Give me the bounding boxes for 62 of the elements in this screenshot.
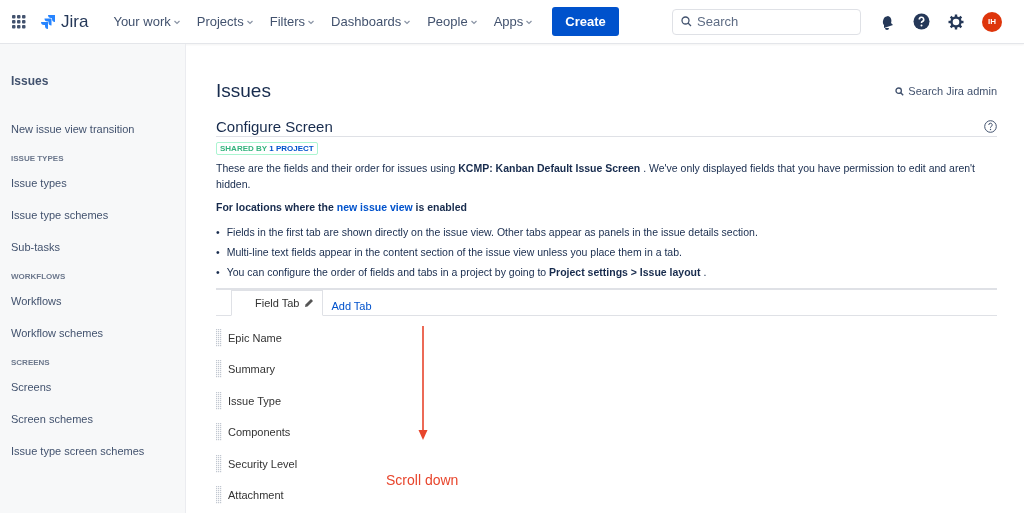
drag-handle-icon[interactable]: [216, 360, 222, 379]
create-button[interactable]: Create: [552, 7, 619, 36]
search-icon: [895, 86, 905, 96]
drag-handle-icon[interactable]: [216, 486, 222, 505]
drag-handle-icon[interactable]: [216, 423, 222, 442]
settings-icon: [948, 13, 964, 30]
sidebar-item[interactable]: Issue types: [11, 177, 185, 189]
section-heading: Configure Screen: [216, 118, 333, 135]
note-heading: For locations where the new issue view is enabled: [216, 201, 468, 213]
project-count-link[interactable]: 1 PROJECT: [269, 144, 314, 153]
field-name: Epic Name: [228, 331, 282, 344]
field-name: Components: [228, 426, 291, 439]
bullet-item: Fields in the first tab are shown directly on the issue view. Other tabs appear as panels in the issue details section.: [226, 225, 758, 239]
bullet-item: Multi-line text fields appear in the content section of the issue view unless you place them in a tab.: [226, 245, 682, 259]
sidebar-section-heading: SCREENS: [11, 358, 51, 367]
drag-handle-icon[interactable]: [216, 391, 222, 410]
bullet-marker: •: [216, 225, 220, 239]
product-name[interactable]: Jira: [61, 11, 89, 32]
sidebar-item[interactable]: Issue type screen schemes: [11, 445, 185, 457]
sidebar-item[interactable]: Screens: [11, 381, 185, 393]
field-name: Summary: [228, 363, 276, 376]
search-field[interactable]: Search: [672, 8, 861, 35]
app-grid-icon[interactable]: [12, 14, 26, 29]
sidebar-item[interactable]: Workflows: [11, 295, 185, 307]
sidebar-item[interactable]: Issue type schemes: [11, 209, 185, 221]
sidebar-section-heading: WORKFLOWS: [11, 272, 67, 281]
page-title: Issues: [216, 80, 271, 102]
bullet-item: You can configure the order of fields and tabs in a project by going to Project settings > Issue layout .: [226, 265, 707, 279]
field-name: Attachment: [228, 489, 284, 502]
nav-menu[interactable]: Your work: [108, 10, 186, 33]
nav-menu[interactable]: Filters: [264, 10, 321, 33]
nav-menu[interactable]: Apps: [488, 10, 539, 33]
pencil-icon[interactable]: [304, 298, 315, 308]
help-icon: [913, 13, 930, 30]
annotation-text: Scroll down: [386, 472, 459, 488]
sidebar-section-heading: ISSUE TYPES: [11, 154, 65, 163]
sidebar-title: Issues: [11, 74, 50, 88]
nav-menu[interactable]: People: [422, 10, 483, 33]
help-icon[interactable]: [984, 120, 997, 133]
field-name: Issue Type: [228, 394, 281, 407]
bullet-marker: •: [216, 245, 220, 259]
search-admin-link[interactable]: Search Jira admin: [895, 85, 997, 97]
bullet-marker: •: [216, 265, 220, 279]
settings-button[interactable]: [948, 13, 964, 30]
new-issue-view-link[interactable]: new issue view: [336, 201, 413, 213]
drag-handle-icon[interactable]: [216, 328, 222, 347]
nav-menu[interactable]: Projects: [191, 10, 259, 33]
logo-icon[interactable]: [40, 13, 56, 30]
drag-handle-icon[interactable]: [216, 454, 222, 473]
field-tab[interactable]: Field Tab: [231, 290, 324, 316]
lozenge-label: SHARED BY: [220, 144, 267, 153]
sidebar-item[interactable]: Screen schemes: [11, 413, 185, 425]
description: These are the fields and their order for issues using KCMP: Kanban Default Issue Screen . We've only displayed fields that you have permission to edit and aren't hidden.: [216, 161, 977, 192]
user-avatar[interactable]: IH: [982, 11, 1002, 32]
search-icon: [681, 15, 692, 27]
nav-menu[interactable]: Dashboards: [326, 10, 417, 33]
sidebar-item[interactable]: Sub-tasks: [11, 241, 185, 253]
field-name: Security Level: [228, 457, 298, 470]
help-button[interactable]: [913, 13, 930, 30]
sidebar-item[interactable]: New issue view transition: [11, 123, 185, 135]
add-tab-link[interactable]: Add Tab: [323, 300, 372, 315]
sidebar-item[interactable]: Workflow schemes: [11, 327, 185, 339]
